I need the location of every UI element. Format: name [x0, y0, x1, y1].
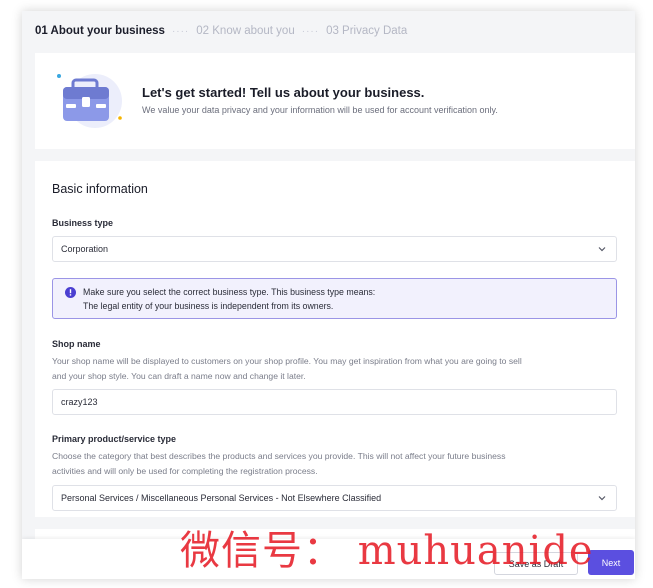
business-type-label: Business type — [52, 218, 114, 228]
stepper: 01 About your business ···· 02 Know abou… — [22, 11, 635, 51]
save-as-draft-button[interactable]: Save as Draft — [494, 552, 578, 575]
chevron-down-icon — [598, 496, 606, 501]
step-privacy-data[interactable]: 03 Privacy Data — [326, 25, 407, 37]
chevron-down-icon — [598, 247, 606, 252]
step-about-business[interactable]: 01 About your business — [35, 25, 165, 37]
primary-type-label: Primary product/service type — [52, 434, 177, 444]
shop-name-helper-line-1: Your shop name will be displayed to cust… — [52, 356, 522, 366]
primary-type-helper-line-1: Choose the category that best describes … — [52, 451, 506, 461]
business-type-notice: Make sure you select the correct busines… — [52, 278, 617, 319]
intro-card: Let's get started! Tell us about your bu… — [35, 53, 635, 149]
notice-line-1: Make sure you select the correct busines… — [83, 287, 376, 297]
shop-name-input[interactable]: crazy123 — [52, 389, 617, 415]
step-separator: ···· — [301, 25, 320, 37]
shop-name-helper-line-2: and your shop style. You can draft a nam… — [52, 371, 306, 381]
info-icon — [65, 287, 76, 298]
section-title: Basic information — [52, 182, 148, 196]
primary-type-helper: Choose the category that best describes … — [52, 449, 612, 479]
primary-type-select[interactable]: Personal Services / Miscellaneous Person… — [52, 485, 617, 511]
step-separator: ···· — [171, 25, 190, 37]
shop-name-label: Shop name — [52, 339, 101, 349]
primary-type-helper-line-2: activities and will only be used for com… — [52, 466, 318, 476]
onboarding-window: 01 About your business ···· 02 Know abou… — [22, 11, 635, 579]
next-button[interactable]: Next — [588, 550, 634, 575]
basic-information-card: Basic information Business type Corporat… — [35, 161, 635, 517]
footer-bar: Save as Draft Next — [22, 539, 635, 579]
step-know-about-you[interactable]: 02 Know about you — [196, 25, 294, 37]
notice-line-2: The legal entity of your business is ind… — [83, 301, 334, 311]
intro-title: Let's get started! Tell us about your bu… — [142, 85, 425, 100]
shop-name-helper: Your shop name will be displayed to cust… — [52, 354, 612, 384]
intro-subtitle: We value your data privacy and your info… — [142, 105, 498, 115]
briefcase-illustration-icon — [57, 74, 122, 128]
primary-type-value: Personal Services / Miscellaneous Person… — [61, 493, 382, 503]
shop-name-value: crazy123 — [61, 397, 98, 407]
business-type-select[interactable]: Corporation — [52, 236, 617, 262]
business-type-value: Corporation — [61, 244, 109, 254]
